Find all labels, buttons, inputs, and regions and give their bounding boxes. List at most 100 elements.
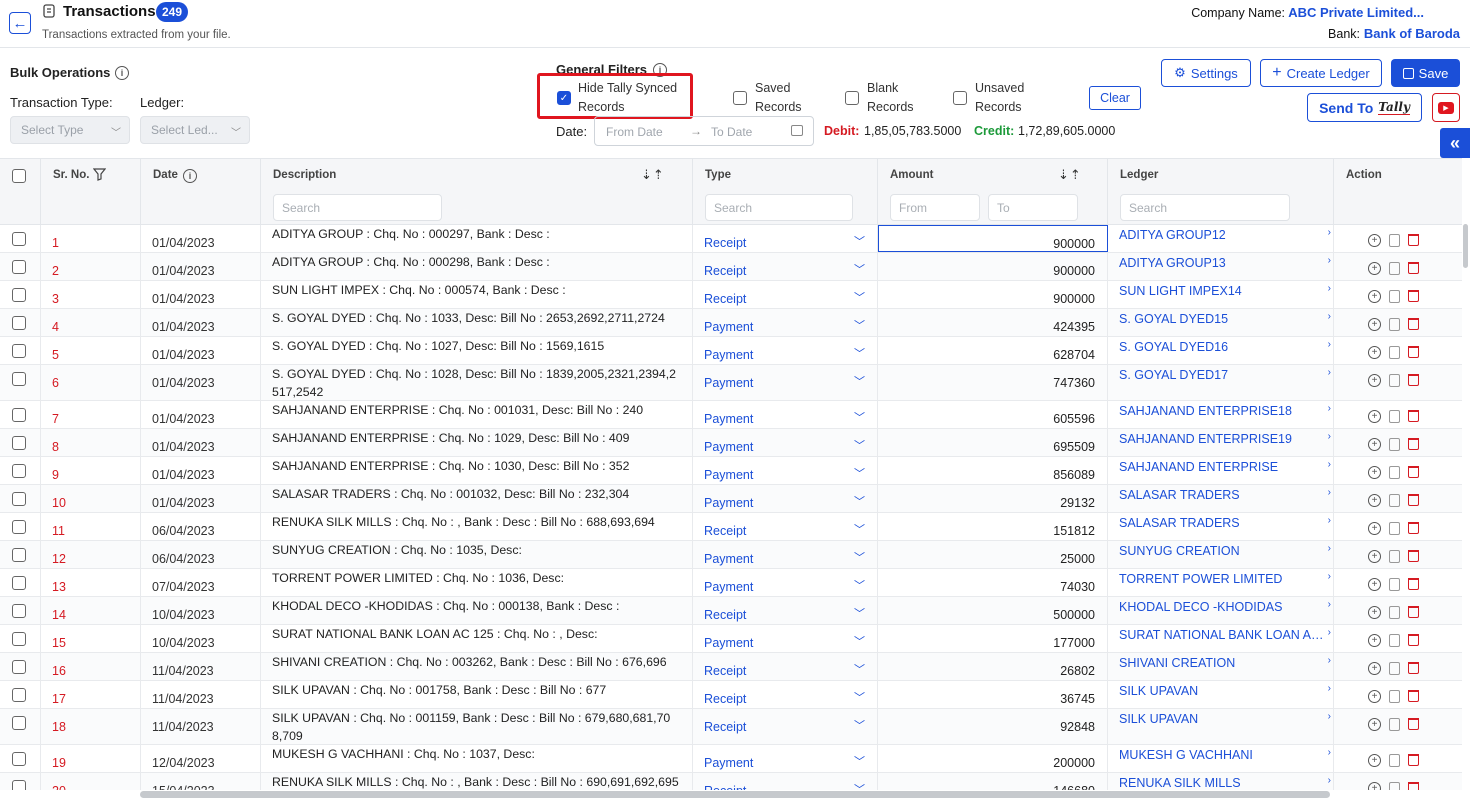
- copy-icon[interactable]: [1389, 550, 1400, 563]
- trash-icon[interactable]: [1408, 374, 1419, 386]
- trash-icon[interactable]: [1408, 690, 1419, 702]
- add-circle-icon[interactable]: +: [1368, 550, 1381, 563]
- ledger-value[interactable]: SUN LIGHT IMPEX14: [1119, 284, 1324, 298]
- vertical-scrollbar[interactable]: [1463, 224, 1468, 268]
- type-value[interactable]: Receipt: [704, 720, 746, 734]
- info-icon[interactable]: i: [183, 169, 197, 183]
- chevron-down-icon[interactable]: ﹀: [854, 781, 865, 790]
- table-row[interactable]: 18 11/04/2023 SILK UPAVAN : Chq. No : 0011…: [0, 709, 1462, 745]
- type-value[interactable]: Payment: [704, 496, 753, 510]
- ledger-value[interactable]: SAHJANAND ENTERPRISE: [1119, 460, 1324, 474]
- ledger-cell[interactable]: ADITYA GROUP12 ›: [1108, 225, 1334, 252]
- trash-icon[interactable]: [1408, 234, 1419, 246]
- copy-icon[interactable]: [1389, 754, 1400, 767]
- trash-icon[interactable]: [1408, 290, 1419, 302]
- description-search-input[interactable]: Search: [273, 194, 442, 221]
- copy-icon[interactable]: [1389, 318, 1400, 331]
- ledger-value[interactable]: SHIVANI CREATION: [1119, 656, 1324, 670]
- amount-cell[interactable]: 605596: [878, 401, 1108, 428]
- chevron-down-icon[interactable]: ﹀: [854, 633, 865, 649]
- ledger-cell[interactable]: SAHJANAND ENTERPRISE19 ›: [1108, 429, 1334, 456]
- blank-records-checkbox[interactable]: [845, 91, 859, 105]
- type-search-input[interactable]: Search: [705, 194, 853, 221]
- chevron-down-icon[interactable]: ﹀: [854, 753, 865, 769]
- table-row[interactable]: 5 01/04/2023 S. GOYAL DYED : Chq. No : 102…: [0, 337, 1462, 365]
- type-value[interactable]: Receipt: [704, 608, 746, 622]
- add-circle-icon[interactable]: +: [1368, 374, 1381, 387]
- chevron-down-icon[interactable]: ﹀: [854, 345, 865, 361]
- amount-cell[interactable]: 900000: [878, 225, 1108, 252]
- chevron-down-icon[interactable]: ﹀: [854, 289, 865, 305]
- youtube-button[interactable]: ▶: [1432, 93, 1460, 122]
- row-checkbox[interactable]: [12, 520, 26, 534]
- settings-button[interactable]: ⚙ Settings: [1161, 59, 1251, 87]
- type-cell[interactable]: Payment ﹀: [693, 457, 878, 484]
- ledger-cell[interactable]: SUN LIGHT IMPEX14 ›: [1108, 281, 1334, 308]
- type-value[interactable]: Payment: [704, 348, 753, 362]
- type-value[interactable]: Payment: [704, 440, 753, 454]
- add-circle-icon[interactable]: +: [1368, 522, 1381, 535]
- type-value[interactable]: Payment: [704, 376, 753, 390]
- amount-cell[interactable]: 695509: [878, 429, 1108, 456]
- sort-icon[interactable]: ⇣⇡: [1058, 167, 1082, 183]
- trash-icon[interactable]: [1408, 662, 1419, 674]
- ledger-cell[interactable]: S. GOYAL DYED15 ›: [1108, 309, 1334, 336]
- row-checkbox[interactable]: [12, 716, 26, 730]
- table-row[interactable]: 1 01/04/2023 ADITYA GROUP : Chq. No : 0002…: [0, 225, 1462, 253]
- chevron-down-icon[interactable]: ›: [1328, 283, 1331, 294]
- ledger-value[interactable]: MUKESH G VACHHANI: [1119, 748, 1324, 762]
- save-button[interactable]: Save: [1391, 59, 1460, 87]
- table-row[interactable]: 10 01/04/2023 SALASAR TRADERS : Chq. No : …: [0, 485, 1462, 513]
- ledger-value[interactable]: ADITYA GROUP12: [1119, 228, 1324, 242]
- ledger-value[interactable]: SUNYUG CREATION: [1119, 544, 1324, 558]
- type-cell[interactable]: Receipt ﹀: [693, 597, 878, 624]
- ledger-value[interactable]: SAHJANAND ENTERPRISE18: [1119, 404, 1324, 418]
- table-row[interactable]: 17 11/04/2023 SILK UPAVAN : Chq. No : 0017…: [0, 681, 1462, 709]
- type-value[interactable]: Payment: [704, 320, 753, 334]
- type-cell[interactable]: Payment ﹀: [693, 401, 878, 428]
- row-checkbox[interactable]: [12, 632, 26, 646]
- chevron-down-icon[interactable]: ›: [1328, 711, 1331, 722]
- add-circle-icon[interactable]: +: [1368, 662, 1381, 675]
- calendar-icon[interactable]: [791, 125, 803, 136]
- row-checkbox[interactable]: [12, 464, 26, 478]
- chevron-down-icon[interactable]: ›: [1328, 775, 1331, 786]
- from-date-input[interactable]: From Date: [606, 125, 663, 139]
- chevron-down-icon[interactable]: ﹀: [854, 717, 865, 733]
- chevron-down-icon[interactable]: ﹀: [854, 605, 865, 621]
- send-to-tally-button[interactable]: Send To Tally: [1307, 93, 1422, 122]
- copy-icon[interactable]: [1389, 522, 1400, 535]
- trash-icon[interactable]: [1408, 754, 1419, 766]
- type-cell[interactable]: Receipt ﹀: [693, 225, 878, 252]
- amount-cell[interactable]: 200000: [878, 745, 1108, 772]
- copy-icon[interactable]: [1389, 718, 1400, 731]
- row-checkbox[interactable]: [12, 288, 26, 302]
- row-checkbox[interactable]: [12, 660, 26, 674]
- clear-filters-button[interactable]: Clear: [1089, 86, 1141, 110]
- copy-icon[interactable]: [1389, 346, 1400, 359]
- amount-cell[interactable]: 25000: [878, 541, 1108, 568]
- table-row[interactable]: 2 01/04/2023 ADITYA GROUP : Chq. No : 0002…: [0, 253, 1462, 281]
- create-ledger-button[interactable]: + Create Ledger: [1260, 59, 1382, 87]
- amount-cell[interactable]: 900000: [878, 281, 1108, 308]
- table-row[interactable]: 19 12/04/2023 MUKESH G VACHHANI : Chq. No …: [0, 745, 1462, 773]
- row-checkbox[interactable]: [12, 232, 26, 246]
- copy-icon[interactable]: [1389, 374, 1400, 387]
- add-circle-icon[interactable]: +: [1368, 690, 1381, 703]
- table-row[interactable]: 16 11/04/2023 SHIVANI CREATION : Chq. No :…: [0, 653, 1462, 681]
- bulk-ledger-select[interactable]: Select Led... ﹀: [140, 116, 250, 144]
- type-cell[interactable]: Receipt ﹀: [693, 281, 878, 308]
- add-circle-icon[interactable]: +: [1368, 438, 1381, 451]
- row-checkbox[interactable]: [12, 576, 26, 590]
- table-row[interactable]: 15 10/04/2023 SURAT NATIONAL BANK LOAN AC …: [0, 625, 1462, 653]
- add-circle-icon[interactable]: +: [1368, 578, 1381, 591]
- row-checkbox[interactable]: [12, 408, 26, 422]
- ledger-value[interactable]: SALASAR TRADERS: [1119, 488, 1324, 502]
- trash-icon[interactable]: [1408, 550, 1419, 562]
- chevron-down-icon[interactable]: ﹀: [854, 689, 865, 705]
- trash-icon[interactable]: [1408, 782, 1419, 790]
- copy-icon[interactable]: [1389, 494, 1400, 507]
- chevron-down-icon[interactable]: ›: [1328, 311, 1331, 322]
- ledger-cell[interactable]: S. GOYAL DYED17 ›: [1108, 365, 1334, 400]
- amount-cell[interactable]: 856089: [878, 457, 1108, 484]
